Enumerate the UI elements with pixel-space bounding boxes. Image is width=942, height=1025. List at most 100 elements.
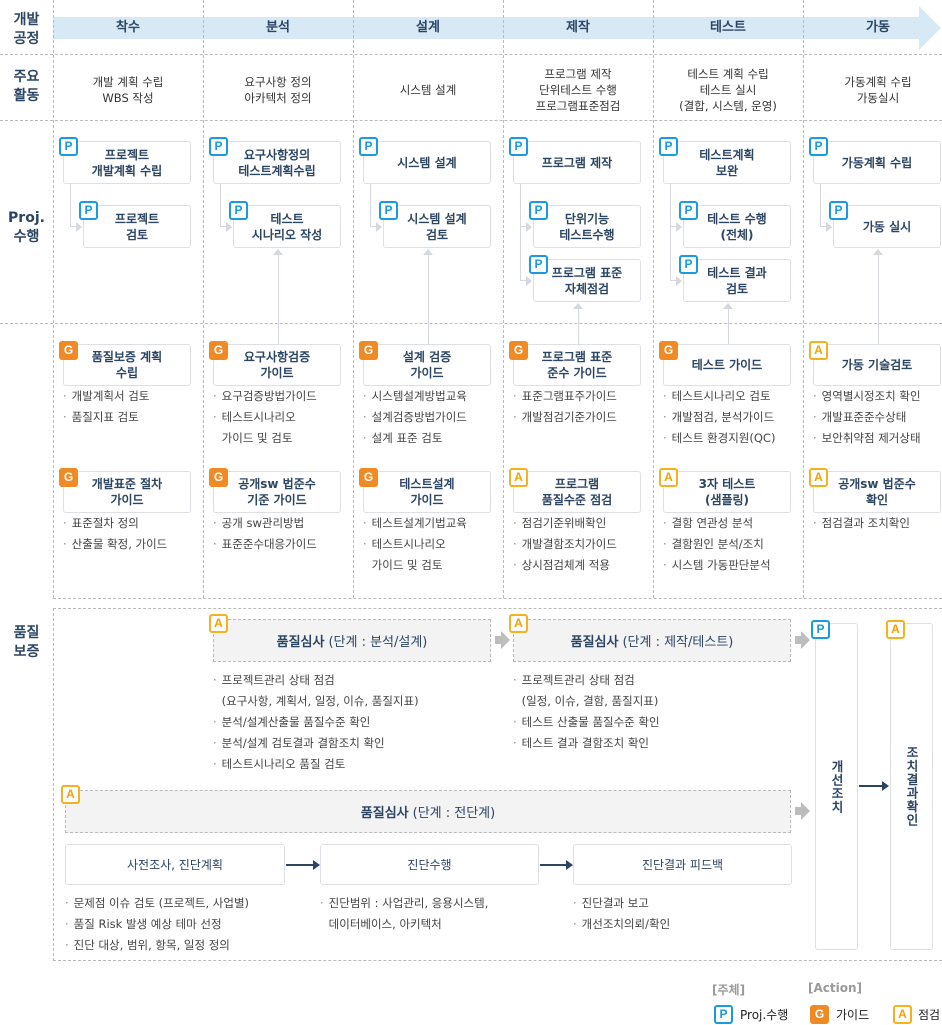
arrow-right-icon bbox=[76, 221, 82, 232]
bullet-item: · 보안취약점 제거상태 bbox=[813, 428, 921, 449]
badge-p-icon: P bbox=[359, 137, 378, 156]
connector-line bbox=[428, 254, 429, 344]
bullet-item: · 프로젝트관리 상태 점검 bbox=[213, 670, 335, 691]
connector-line bbox=[520, 184, 527, 281]
bullet-dot: · bbox=[813, 516, 817, 530]
bullet-dot: · bbox=[63, 389, 67, 403]
bullet-item: · 상시점검체계 적용 bbox=[513, 555, 610, 576]
bullet-item: · 표준그램표주가이드 bbox=[513, 386, 617, 407]
box-text-line: 시스템 설계 bbox=[399, 83, 457, 97]
phase-2: 설계 bbox=[416, 20, 440, 35]
bullet-text: 개발계획서 검토 bbox=[71, 389, 150, 403]
diagnosis-step-box: 사전조사, 진단계획 bbox=[65, 844, 285, 885]
bullet-item: · 개선조치의뢰/확인 bbox=[573, 914, 670, 935]
review-title: 품질심사 bbox=[570, 635, 619, 650]
bullet-item: · 진단 대상, 범위, 항목, 일정 정의 bbox=[65, 935, 230, 956]
box-text-line: 개발계획 수립 bbox=[91, 163, 163, 178]
box-text-line: 검토 bbox=[125, 227, 149, 242]
bullet-text: (요구사항, 계획서, 일정, 이슈, 품질지표) bbox=[221, 694, 419, 708]
bullet-text: 표준준수대응가이드 bbox=[221, 537, 317, 551]
bullet-item: · 결함원인 분석/조치 bbox=[663, 534, 764, 555]
arrow-right-icon bbox=[795, 631, 810, 649]
box-text-line: 테스트설계 bbox=[399, 477, 455, 491]
box-text-line: 공개sw 법준수 bbox=[238, 477, 316, 491]
divider bbox=[53, 598, 942, 599]
bullet-item: · 표준절차 정의 bbox=[63, 513, 139, 534]
phase-1: 분석 bbox=[266, 20, 290, 35]
badge-a-icon: A bbox=[886, 620, 905, 639]
box-text-line: 프로젝트 bbox=[114, 211, 160, 226]
legend-subject-header: [주체] bbox=[712, 983, 746, 997]
connector-line bbox=[278, 254, 279, 344]
proj-task-box: 프로그램 제작 bbox=[513, 141, 641, 184]
bullet-text: 개발점검, 분석가이드 bbox=[671, 410, 775, 424]
badge-p-icon: P bbox=[714, 1005, 733, 1024]
badge-p-icon: P bbox=[679, 201, 698, 220]
box-text-line: 품질보증 계획 bbox=[91, 350, 163, 364]
bullet-text: 설계검증방법가이드 bbox=[371, 410, 467, 424]
bullet-item: · 개발점검기준가이드 bbox=[513, 407, 617, 428]
box-text-line: 요구사항정의 bbox=[243, 147, 311, 162]
bullet-item: ·(요구사항, 계획서, 일정, 이슈, 품질지표) bbox=[213, 691, 419, 712]
bullet-text: 프로젝트관리 상태 점검 bbox=[521, 673, 635, 687]
box-text-line: 아카텍처 정의 bbox=[244, 91, 312, 105]
bullet-item: · 점검기준위배확인 bbox=[513, 513, 606, 534]
review-stage: (단계 : 제작/테스트) bbox=[622, 635, 734, 650]
bullet-dot: · bbox=[363, 389, 367, 403]
bullet-text: 상시점검체계 적용 bbox=[521, 558, 610, 572]
bullet-dot: · bbox=[663, 516, 667, 530]
badge-g-icon: G bbox=[810, 1005, 829, 1024]
bullet-item: · 품질지표 검토 bbox=[63, 407, 139, 428]
bullet-dot: · bbox=[213, 757, 217, 771]
action-box: 가동 기술검토 bbox=[813, 344, 941, 386]
bullet-text: 개선조치의뢰/확인 bbox=[581, 917, 671, 931]
badge-g-icon: G bbox=[59, 341, 78, 360]
arrow-up-icon bbox=[873, 249, 883, 255]
action-box: 공개sw 법준수확인 bbox=[813, 471, 941, 513]
legend-label: 가이드 bbox=[836, 1008, 870, 1022]
bullet-text: 가이드 및 검토 bbox=[221, 431, 293, 445]
proj-task-box: 시스템 설계 bbox=[363, 141, 491, 184]
legend-action-header: [Action] bbox=[808, 981, 863, 995]
phase-4: 테스트 bbox=[710, 20, 746, 35]
bullet-dot: · bbox=[363, 516, 367, 530]
bullet-text: 시스템설계방법교육 bbox=[371, 389, 467, 403]
box-text-line: 시스템 설계 bbox=[407, 211, 467, 226]
bullet-item: · 테스트 산출물 품질수준 확인 bbox=[513, 712, 660, 733]
main-activities: 개발 계획 수립 WBS 작성 bbox=[53, 64, 203, 116]
badge-p-icon: P bbox=[529, 255, 548, 274]
bullet-dot: · bbox=[513, 537, 517, 551]
bullet-item: · 설계 표준 검토 bbox=[363, 428, 442, 449]
arrow-up-icon bbox=[423, 249, 433, 255]
bullet-text: 진단 대상, 범위, 항목, 일정 정의 bbox=[73, 938, 230, 952]
connector-line bbox=[578, 308, 579, 344]
bullet-dot: · bbox=[213, 673, 217, 687]
box-text-line: 시나리오 작성 bbox=[251, 227, 323, 242]
bullet-text: 품질지표 검토 bbox=[71, 410, 139, 424]
proj-task-box: 테스트 시나리오 작성 bbox=[233, 205, 341, 248]
badge-p-icon: P bbox=[679, 255, 698, 274]
bullet-item: ·(일정, 이슈, 결함, 품질지표) bbox=[513, 691, 659, 712]
bullet-dot: · bbox=[513, 389, 517, 403]
arrow-right-icon bbox=[826, 221, 832, 232]
row-label-process: 개발 공정 bbox=[13, 12, 40, 47]
bullet-text: 프로젝트관리 상태 점검 bbox=[221, 673, 335, 687]
connector-line bbox=[878, 254, 879, 344]
box-text-line: (결합, 시스템, 운영) bbox=[679, 99, 777, 113]
badge-a-icon: A bbox=[509, 468, 528, 487]
box-text-line: 가동실시 bbox=[856, 91, 900, 105]
main-activities: 요구사항 정의 아카텍처 정의 bbox=[203, 64, 353, 116]
bullet-dot: · bbox=[213, 736, 217, 750]
bullet-text: 테스트시나리오 bbox=[371, 537, 446, 551]
bullet-text: 테스트시나리오 검토 bbox=[671, 389, 771, 403]
box-text-line: 기준 가이드 bbox=[247, 493, 307, 507]
badge-g-icon: G bbox=[359, 341, 378, 360]
bullet-item: · 테스트설계기법교육 bbox=[363, 513, 467, 534]
badge-p-icon: P bbox=[229, 201, 248, 220]
box-text-line: 확인 bbox=[865, 493, 889, 507]
box-text-line: 공개sw 법준수 bbox=[838, 477, 916, 491]
proj-task-box: 프로젝트 검토 bbox=[83, 205, 191, 248]
quality-review-analysis-design: 품질심사 (단계 : 분석/설계) bbox=[213, 619, 491, 662]
box-text-line: (샘플링) bbox=[704, 493, 750, 507]
connector-line bbox=[70, 184, 77, 227]
